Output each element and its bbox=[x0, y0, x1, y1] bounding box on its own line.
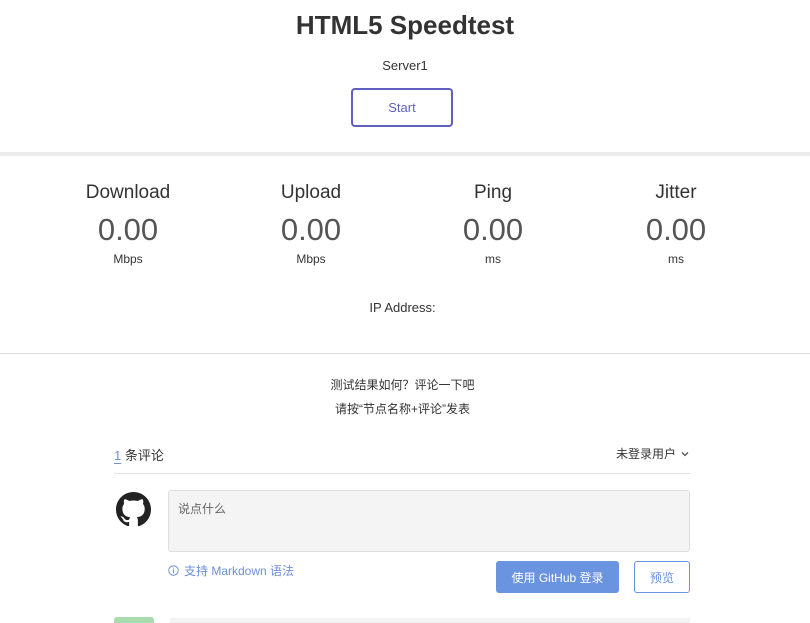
meter-unit: Mbps bbox=[113, 252, 143, 266]
info-icon bbox=[168, 565, 179, 576]
meter-upload: Upload 0.00 Mbps bbox=[231, 182, 391, 266]
comment-avatar-partial bbox=[114, 617, 154, 623]
preview-button[interactable]: 预览 bbox=[634, 561, 690, 593]
ip-address-label: IP Address: bbox=[369, 300, 436, 315]
user-menu[interactable]: 未登录用户 bbox=[616, 445, 690, 462]
meter-unit: Mbps bbox=[296, 252, 326, 266]
chevron-down-icon bbox=[681, 451, 689, 456]
meter-value: 0.00 bbox=[645, 212, 707, 247]
meter-label: Download bbox=[85, 182, 171, 203]
github-login-button[interactable]: 使用 GitHub 登录 bbox=[496, 561, 619, 593]
meter-label: Upload bbox=[280, 182, 342, 203]
meter-jitter: Jitter 0.00 ms bbox=[596, 182, 756, 266]
markdown-tip-label: 支持 Markdown 语法 bbox=[184, 564, 295, 578]
markdown-tip-link[interactable]: 支持 Markdown 语法 bbox=[168, 562, 294, 579]
comment-item-partial bbox=[170, 618, 690, 623]
meter-value: 0.00 bbox=[462, 212, 524, 247]
comment-input[interactable]: 说点什么 bbox=[168, 490, 690, 552]
meter-label: Ping bbox=[473, 182, 513, 203]
meter-unit: ms bbox=[485, 252, 501, 266]
comment-placeholder: 说点什么 bbox=[178, 502, 227, 516]
comment-prompt-line2: 请按“节点名称+评论”发表 bbox=[334, 402, 470, 416]
results-divider bbox=[0, 353, 810, 354]
start-button[interactable]: Start bbox=[351, 88, 453, 127]
meter-unit: ms bbox=[668, 252, 684, 266]
comment-count: 1 条评论 bbox=[114, 445, 164, 464]
meter-value: 0.00 bbox=[97, 212, 159, 247]
meter-label: Jitter bbox=[655, 182, 697, 203]
meter-ping: Ping 0.00 ms bbox=[413, 182, 573, 266]
server-name: Server1 bbox=[382, 58, 428, 73]
user-menu-label: 未登录用户 bbox=[615, 447, 676, 461]
github-icon bbox=[116, 492, 151, 527]
page-title: HTML5 Speedtest bbox=[295, 10, 515, 40]
comments-header: 1 条评论 未登录用户 bbox=[114, 445, 690, 474]
meter-download: Download 0.00 Mbps bbox=[48, 182, 208, 266]
comment-count-label: 条评论 bbox=[124, 448, 164, 463]
speedtest-page: HTML5 Speedtest Server1 Start Download 0… bbox=[0, 0, 810, 623]
header-divider bbox=[0, 152, 810, 156]
comment-count-number[interactable]: 1 bbox=[114, 448, 121, 463]
meter-value: 0.00 bbox=[280, 212, 342, 247]
comment-prompt-line1: 测试结果如何？评论一下吧 bbox=[330, 378, 475, 392]
